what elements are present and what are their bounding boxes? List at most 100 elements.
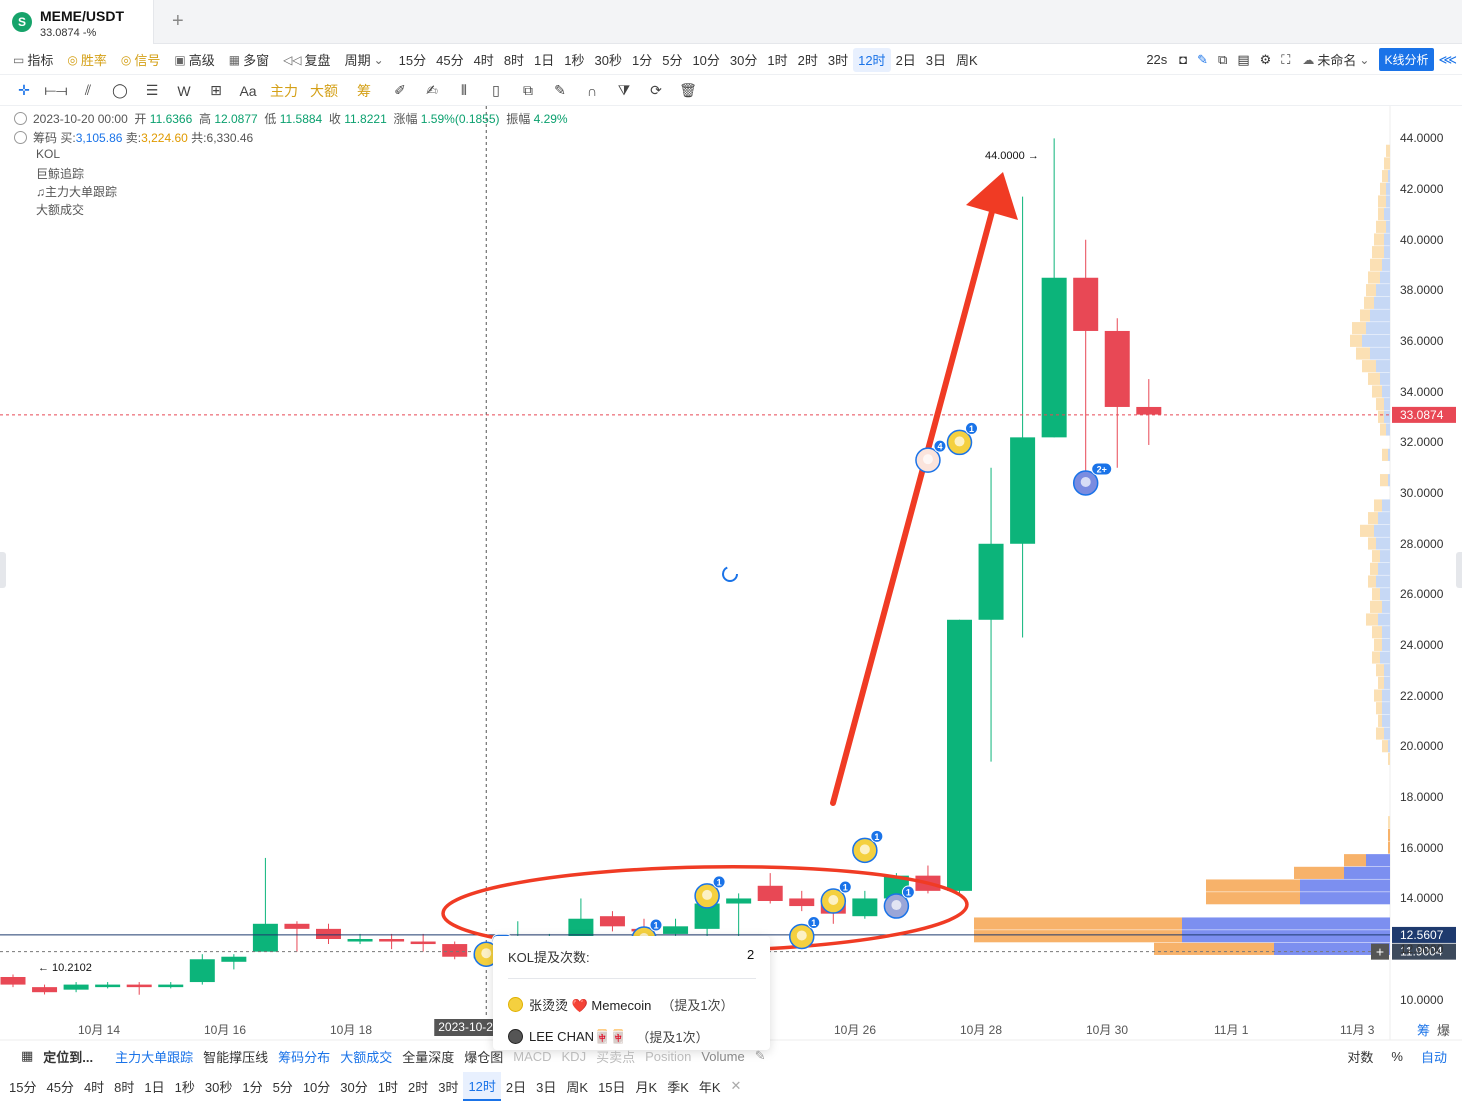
volume-profile-bar-buy: [1376, 360, 1390, 373]
bottom-period-12[interactable]: 2时: [403, 1073, 433, 1100]
y-tick-label: 26.0000: [1400, 587, 1444, 602]
candle-body: [726, 898, 752, 904]
large-trade-tab[interactable]: 大额成交: [335, 1047, 397, 1066]
volume-profile-bar-sell: [1382, 740, 1388, 753]
locate-button[interactable]: 定位到...: [38, 1047, 98, 1066]
bottom-period-13[interactable]: 3时: [433, 1073, 463, 1100]
bottom-period-18[interactable]: 15日: [593, 1073, 630, 1100]
volume-profile-bar-buy: [1300, 892, 1390, 905]
liquidation-tab[interactable]: 爆仓图: [459, 1047, 508, 1066]
kol-avatar-face: [859, 844, 870, 855]
bottom-period-8[interactable]: 5分: [268, 1073, 298, 1100]
log-scale-toggle[interactable]: 对数: [1342, 1047, 1378, 1066]
kol-avatar-face: [1080, 476, 1091, 487]
kdj-tab[interactable]: KDJ: [557, 1049, 592, 1064]
volume-profile-bar-buy: [1382, 714, 1390, 727]
volume-profile-bar-buy: [1376, 575, 1390, 588]
indicator-large-trade[interactable]: 大额成交: [36, 201, 84, 218]
y-tick-label: 44.0000: [1400, 131, 1444, 146]
bottom-period-17[interactable]: 周K: [561, 1073, 593, 1100]
x-tick-label: 10月 28: [960, 1023, 1003, 1037]
volume-profile-bar-buy: [1374, 296, 1390, 309]
max-price-label: 44.0000 →: [985, 150, 1039, 162]
bottom-period-7[interactable]: 1分: [237, 1073, 267, 1100]
volume-profile-bar-buy: [1362, 334, 1390, 347]
macd-tab[interactable]: MACD: [508, 1049, 556, 1064]
bottom-period-10[interactable]: 30分: [335, 1073, 372, 1100]
bottom-period-16[interactable]: 3日: [531, 1073, 561, 1100]
volume-profile-bar-buy: [1384, 664, 1390, 677]
volume-profile-bar-sell: [1368, 372, 1380, 385]
bottom-period-5[interactable]: 1秒: [170, 1073, 200, 1100]
bottom-period-1[interactable]: 45分: [41, 1073, 78, 1100]
left-collapse-handle[interactable]: [0, 552, 6, 588]
indicator-whale[interactable]: 巨鲸追踪: [36, 165, 84, 182]
kol-count-text: 2+: [1097, 464, 1107, 474]
calendar-icon[interactable]: ▦: [16, 1048, 38, 1064]
bottom-period-11[interactable]: 1时: [373, 1073, 403, 1100]
candle-body: [757, 885, 783, 901]
price-tag-text: 12.5607: [1400, 928, 1444, 942]
bottom-period-4[interactable]: 1日: [139, 1073, 169, 1100]
bottom-period-20[interactable]: 季K: [662, 1073, 694, 1100]
volume-profile-bar-sell: [1380, 423, 1386, 436]
smart-line-tab[interactable]: 智能撑压线: [198, 1047, 273, 1066]
kol-count-text: 1: [906, 888, 911, 898]
candle-body: [379, 938, 405, 942]
bottom-period-9[interactable]: 10分: [298, 1073, 335, 1100]
volume-profile-bar-sell: [1368, 575, 1376, 588]
y-tick-label: 18.0000: [1400, 790, 1444, 805]
candle-body: [789, 898, 815, 907]
indicator-kol[interactable]: KOL: [36, 147, 60, 161]
edit-icon[interactable]: ✎: [750, 1048, 771, 1064]
volume-profile-bar-sell: [1374, 689, 1382, 702]
bottom-period-3[interactable]: 8时: [109, 1073, 139, 1100]
indicator-main-force[interactable]: ♫主力大单跟踪: [36, 183, 117, 200]
percent-toggle[interactable]: %: [1386, 1049, 1408, 1064]
position-tab[interactable]: Position: [640, 1049, 696, 1064]
chip-distribution-tab[interactable]: 筹码分布: [273, 1047, 335, 1066]
open-label: 开: [134, 112, 147, 126]
bottom-period-0[interactable]: 15分: [4, 1073, 41, 1100]
volume-profile-bar-sell: [1352, 322, 1366, 335]
candle-body: [1104, 330, 1130, 407]
y-tick-label: 32.0000: [1400, 435, 1444, 450]
volume-profile-bar-buy: [1376, 537, 1390, 550]
collapse-icon[interactable]: [14, 131, 27, 144]
volume-tab[interactable]: Volume: [696, 1049, 749, 1064]
bottom-period-2[interactable]: 4时: [79, 1073, 109, 1100]
auto-scale-toggle[interactable]: 自动: [1416, 1047, 1452, 1066]
explode-side-label[interactable]: 爆: [1437, 1020, 1450, 1039]
volume-profile-bar-buy: [1382, 385, 1390, 398]
chips-side-label[interactable]: 筹: [1417, 1020, 1430, 1039]
low-value: 11.5884: [279, 112, 323, 126]
volume-profile-bar-buy: [1380, 372, 1390, 385]
volume-profile-bar-sell: [1372, 651, 1380, 664]
volume-profile-bar-sell: [1388, 816, 1390, 829]
volume-profile-bar-sell: [1378, 195, 1386, 208]
bottom-period-21[interactable]: 年K: [694, 1073, 726, 1100]
amplitude-label: 振幅: [506, 112, 531, 126]
kol-row[interactable]: 张烫烫 ❤️ Memecoin （提及1次）: [508, 995, 734, 1014]
indicator-main-force-label: 主力大单跟踪: [45, 185, 118, 199]
full-depth-tab[interactable]: 全量深度: [397, 1047, 459, 1066]
x-tick-label: 10月 26: [834, 1023, 877, 1037]
volume-profile-bar-buy: [1380, 550, 1390, 563]
volume-profile-bar-buy: [1384, 410, 1390, 423]
volume-profile-bar-sell: [1364, 296, 1374, 309]
buy-sell-tab[interactable]: 买卖点: [591, 1047, 640, 1066]
volume-profile-bar-sell: [1374, 499, 1382, 512]
y-tick-label: 24.0000: [1400, 638, 1444, 653]
volume-profile-bar-sell: [1360, 309, 1370, 322]
bottom-period-6[interactable]: 30秒: [200, 1073, 237, 1100]
collapse-icon[interactable]: [14, 112, 27, 125]
bottom-period-19[interactable]: 月K: [631, 1073, 663, 1100]
main-force-tab[interactable]: 主力大单跟踪: [110, 1047, 198, 1066]
volume-profile-bar-buy: [1382, 499, 1390, 512]
bottom-period-15[interactable]: 2日: [501, 1073, 531, 1100]
bottom-period-14[interactable]: 12时: [463, 1071, 501, 1101]
right-collapse-handle[interactable]: [1456, 552, 1462, 588]
close-icon[interactable]: ✕: [726, 1078, 747, 1094]
kol-count-text: 1: [843, 882, 848, 892]
volume-profile-bar-sell: [1384, 157, 1390, 170]
